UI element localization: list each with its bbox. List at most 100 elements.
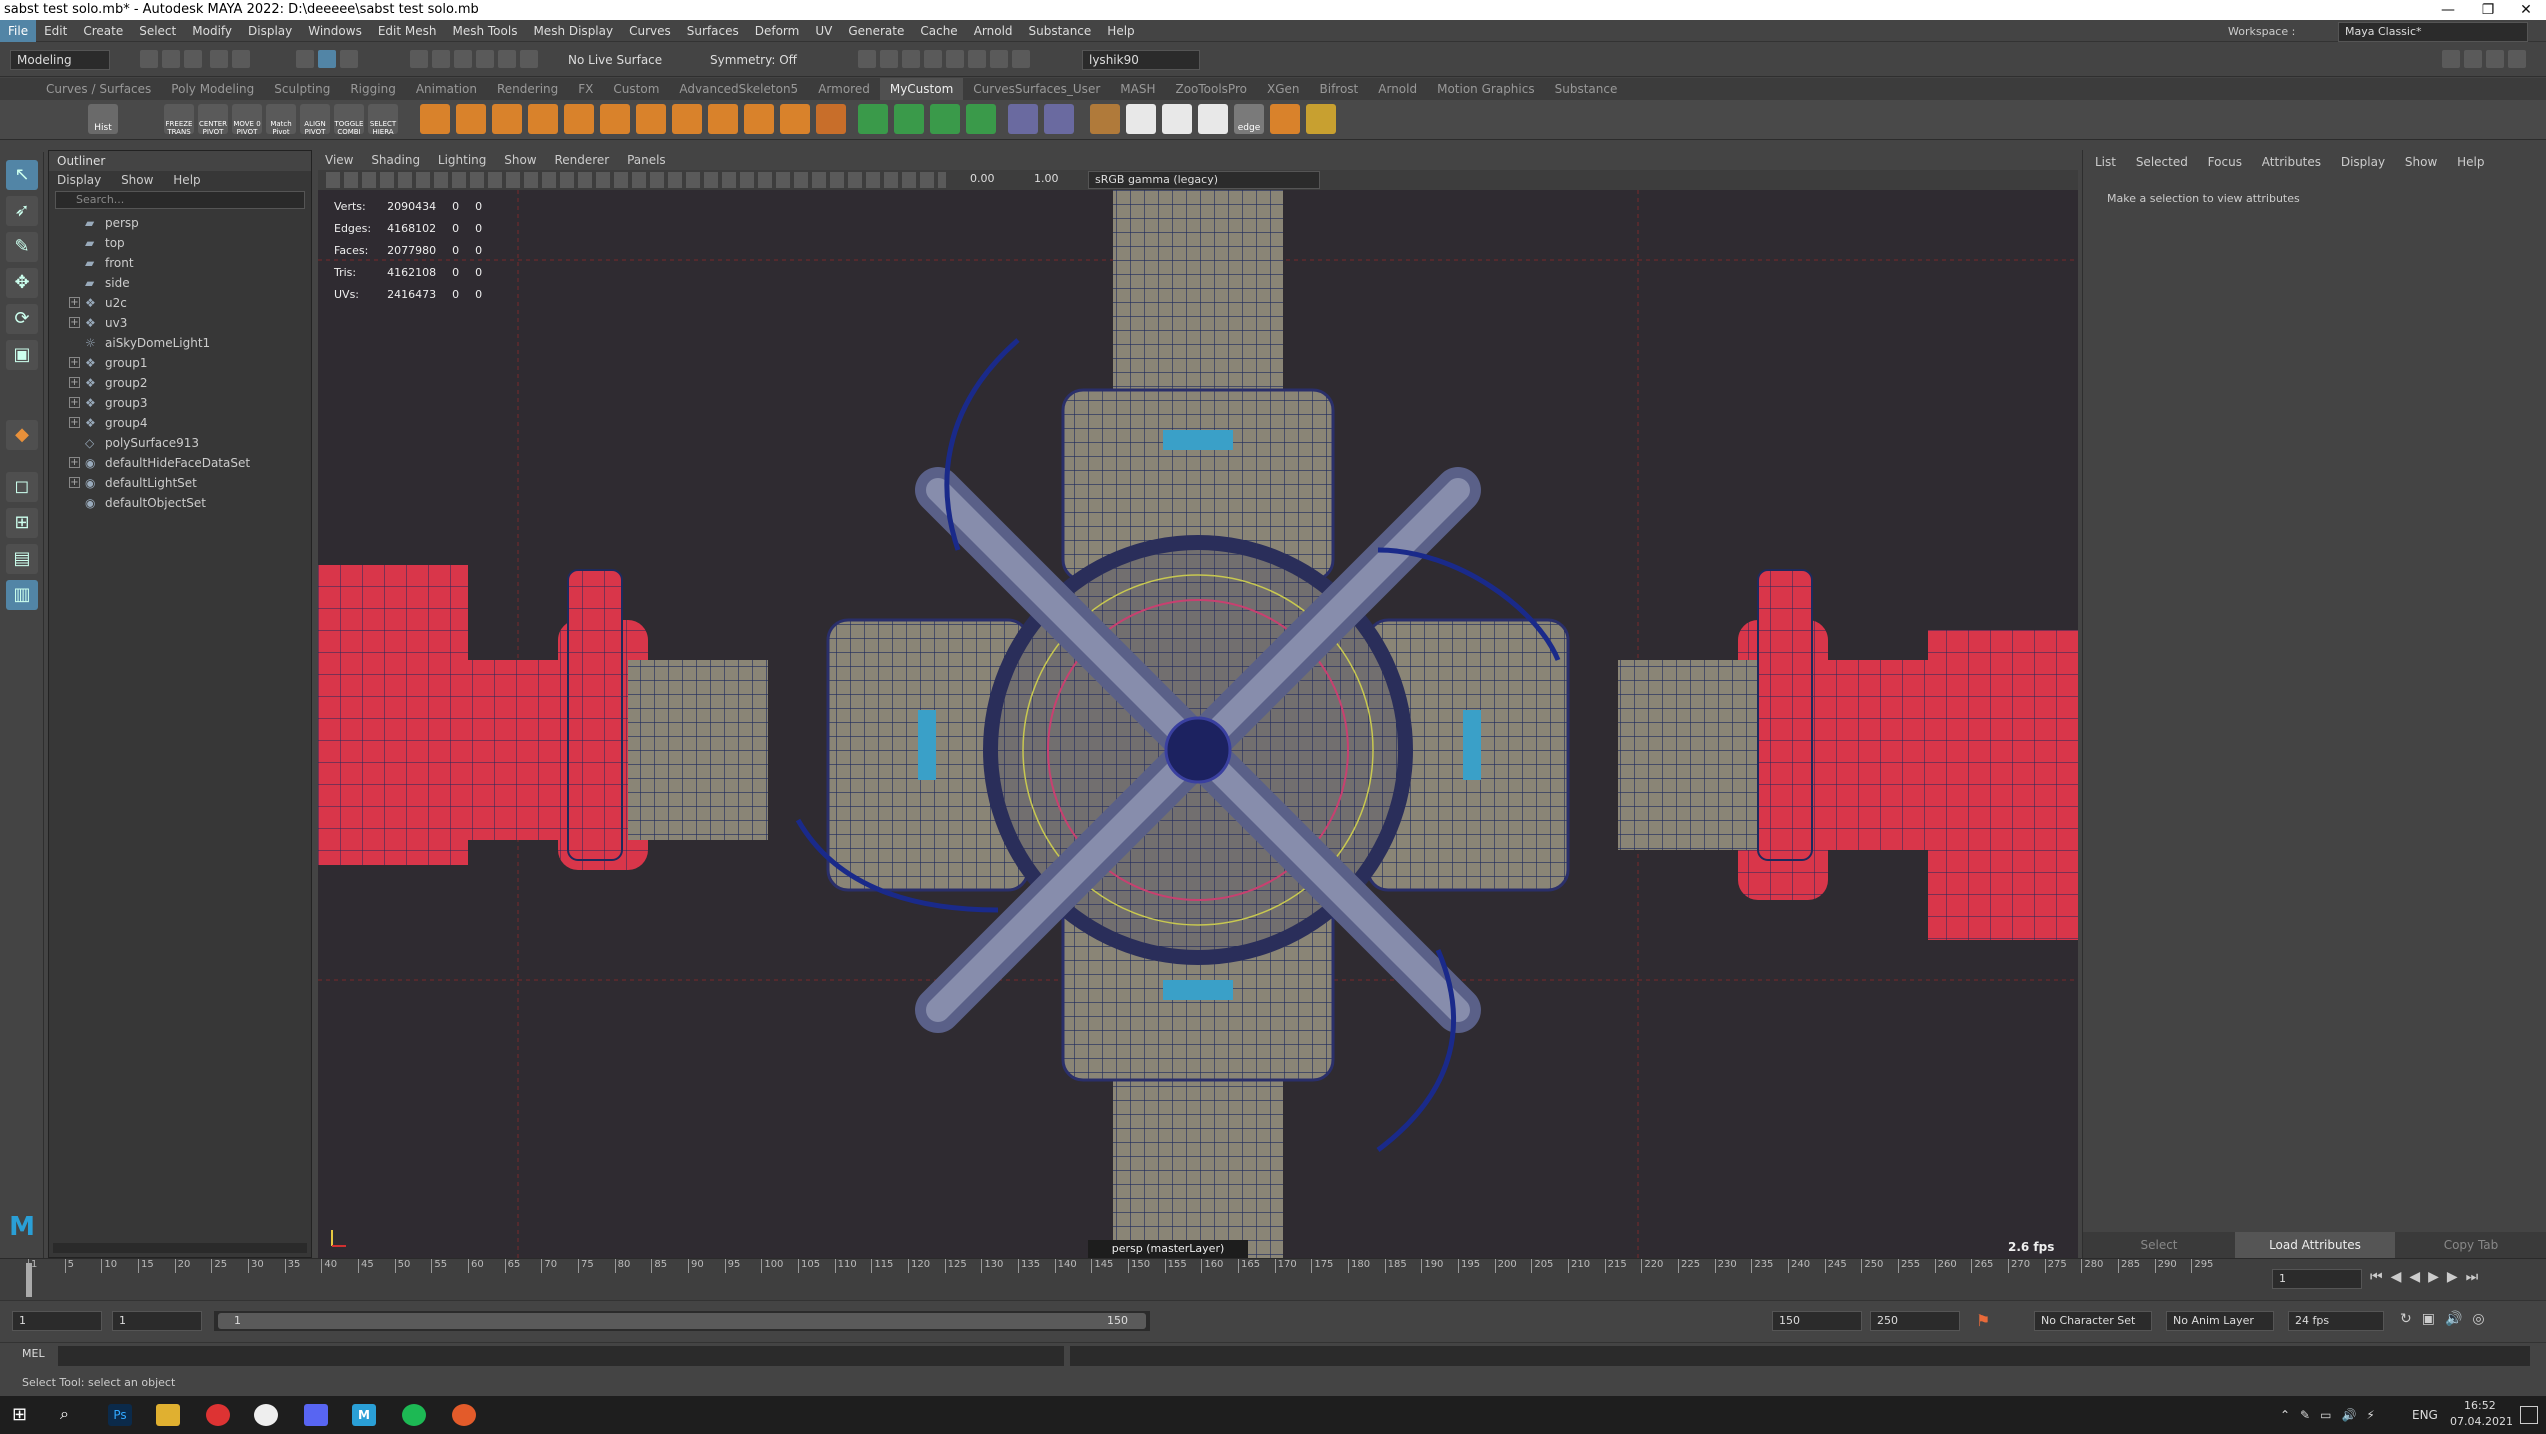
- close-button[interactable]: ✕: [2508, 0, 2544, 20]
- outliner-item[interactable]: + ❖ uv3: [49, 313, 311, 333]
- poly-separate-icon[interactable]: [744, 104, 774, 134]
- copy-tab-button[interactable]: Copy Tab: [2395, 1232, 2546, 1258]
- lasso-tool-icon[interactable]: ➶: [6, 196, 38, 226]
- rotate-tool-icon[interactable]: ⟳: [6, 304, 38, 334]
- outliner-item[interactable]: + ◉ defaultHideFaceDataSet: [49, 453, 311, 473]
- app-icon[interactable]: [452, 1404, 476, 1426]
- bend-icon[interactable]: [1044, 104, 1074, 134]
- shelf-tab-curves-surfaces[interactable]: Curves / Surfaces: [36, 78, 161, 100]
- lattice-icon[interactable]: [1008, 104, 1038, 134]
- poly-cube-3-icon[interactable]: [492, 104, 522, 134]
- arnold-ipr-icon[interactable]: [990, 50, 1008, 68]
- current-frame-field[interactable]: 1: [2272, 1269, 2362, 1289]
- outliner-item[interactable]: ▰ front: [49, 253, 311, 273]
- poly-cube-2-icon[interactable]: [456, 104, 486, 134]
- gamma-field[interactable]: 1.00: [1034, 172, 1059, 185]
- minimize-button[interactable]: —: [2430, 0, 2466, 20]
- shelf-tab-poly-modeling[interactable]: Poly Modeling: [161, 78, 264, 100]
- poly-target-weld-icon[interactable]: [816, 104, 846, 134]
- render-settings-icon[interactable]: [902, 50, 920, 68]
- end-field[interactable]: 150: [1772, 1311, 1862, 1331]
- menu-mesh-display[interactable]: Mesh Display: [525, 20, 621, 42]
- menu-windows[interactable]: Windows: [300, 20, 370, 42]
- hypershade-icon[interactable]: [924, 50, 942, 68]
- attr-menu-help[interactable]: Help: [2449, 152, 2492, 172]
- shelf-tab-animation[interactable]: Animation: [406, 78, 487, 100]
- windows-start-icon[interactable]: ⊞: [12, 1404, 36, 1426]
- colorspace-select[interactable]: sRGB gamma (legacy): [1088, 171, 1320, 189]
- menu-substance[interactable]: Substance: [1021, 20, 1100, 42]
- shelf-tab-fx[interactable]: FX: [568, 78, 603, 100]
- freeze-trans-shelf-button[interactable]: FREEZE TRANS: [164, 104, 194, 136]
- poly-bevel-icon[interactable]: [564, 104, 594, 134]
- attr-menu-focus[interactable]: Focus: [2200, 152, 2250, 172]
- menu-generate[interactable]: Generate: [840, 20, 912, 42]
- clock-date[interactable]: 07.04.2021: [2450, 1415, 2513, 1428]
- auto-key-icon[interactable]: ⚑: [1976, 1311, 1994, 1331]
- hist-shelf-button[interactable]: Hist: [88, 104, 118, 134]
- range-slider-handle[interactable]: 1 150: [218, 1313, 1146, 1329]
- snap-pivot-icon[interactable]: [520, 50, 538, 68]
- discord-icon[interactable]: [304, 1404, 328, 1426]
- select-hierarchy-shelf-button[interactable]: SELECT HIERA: [368, 104, 398, 136]
- poly-bridge-icon[interactable]: [636, 104, 666, 134]
- clock-time[interactable]: 16:52: [2464, 1399, 2496, 1412]
- uv-layout-icon[interactable]: [930, 104, 960, 134]
- panel-toolbar-icons[interactable]: [326, 172, 946, 188]
- menu-arnold[interactable]: Arnold: [966, 20, 1021, 42]
- select-tool-icon[interactable]: ↖: [6, 160, 38, 190]
- custom-script-icon[interactable]: [1306, 104, 1336, 134]
- snap-view-icon[interactable]: [476, 50, 494, 68]
- shelf-tab-substance[interactable]: Substance: [1545, 78, 1628, 100]
- shelf-tab-armored[interactable]: Armored: [808, 78, 880, 100]
- menu-surfaces[interactable]: Surfaces: [679, 20, 747, 42]
- menu-file[interactable]: File: [0, 20, 37, 42]
- expand-icon[interactable]: +: [69, 417, 80, 428]
- poly-extrude-icon[interactable]: [600, 104, 630, 134]
- grid-tool-icon[interactable]: [1270, 104, 1300, 134]
- command-input[interactable]: [58, 1346, 1064, 1366]
- maya-taskbar-icon[interactable]: M: [352, 1404, 376, 1426]
- poly-cube-icon[interactable]: [420, 104, 450, 134]
- start-outer-field[interactable]: 1: [12, 1311, 102, 1331]
- menu-help[interactable]: Help: [1099, 20, 1142, 42]
- attr-menu-list[interactable]: List: [2087, 152, 2124, 172]
- attr-menu-display[interactable]: Display: [2333, 152, 2393, 172]
- outliner-item[interactable]: ◉ defaultObjectSet: [49, 493, 311, 513]
- viewport-menu-panels[interactable]: Panels: [620, 150, 673, 170]
- attr-menu-selected[interactable]: Selected: [2128, 152, 2196, 172]
- snap-grid-icon[interactable]: [410, 50, 428, 68]
- outliner-scrollbar[interactable]: [53, 1243, 307, 1253]
- shelf-tab-rigging[interactable]: Rigging: [340, 78, 405, 100]
- four-view-icon[interactable]: ⊞: [6, 508, 38, 538]
- outliner-menu-show[interactable]: Show: [113, 171, 161, 189]
- select-hierarchy-icon[interactable]: [296, 50, 314, 68]
- uv-planar-icon[interactable]: [858, 104, 888, 134]
- workspace-select[interactable]: Maya Classic*: [2338, 22, 2528, 42]
- move-pivot-shelf-button[interactable]: MOVE 0 PIVOT: [232, 104, 262, 136]
- shelf-tab-rendering[interactable]: Rendering: [487, 78, 568, 100]
- outliner-item[interactable]: + ❖ group1: [49, 353, 311, 373]
- notifications-icon[interactable]: [2520, 1406, 2538, 1424]
- menu-uv[interactable]: UV: [807, 20, 840, 42]
- search-icon[interactable]: ⌕: [60, 1404, 84, 1426]
- ipr-render-icon[interactable]: [880, 50, 898, 68]
- shelf-tab-curvessurfaces-user[interactable]: CurvesSurfaces_User: [963, 78, 1110, 100]
- redo-icon[interactable]: [232, 50, 250, 68]
- user-account-select[interactable]: lyshik90: [1082, 50, 1200, 70]
- viewport-menu-show[interactable]: Show: [497, 150, 543, 170]
- attr-menu-show[interactable]: Show: [2397, 152, 2445, 172]
- range-extra-icons[interactable]: ↻▣🔊◎: [2400, 1311, 2495, 1327]
- expand-icon[interactable]: +: [69, 477, 80, 488]
- shelf-tab-zootoolspro[interactable]: ZooToolsPro: [1165, 78, 1257, 100]
- playback-controls[interactable]: ⏮◀◀▶▶⏭: [2370, 1269, 2486, 1285]
- pause-icon[interactable]: [1012, 50, 1030, 68]
- outliner-menu-help[interactable]: Help: [165, 171, 208, 189]
- photoshop-icon[interactable]: Ps: [108, 1404, 132, 1426]
- outliner-item[interactable]: + ❖ group2: [49, 373, 311, 393]
- shelf-tab-custom[interactable]: Custom: [603, 78, 669, 100]
- new-scene-icon[interactable]: [140, 50, 158, 68]
- viewport-canvas[interactable]: Verts: 2090434 0 0 Edges: 4168102 0 0 Faces: 2077…: [318, 190, 2078, 1258]
- symmetry-label[interactable]: Symmetry: Off: [710, 50, 797, 70]
- viewport-menu-lighting[interactable]: Lighting: [431, 150, 494, 170]
